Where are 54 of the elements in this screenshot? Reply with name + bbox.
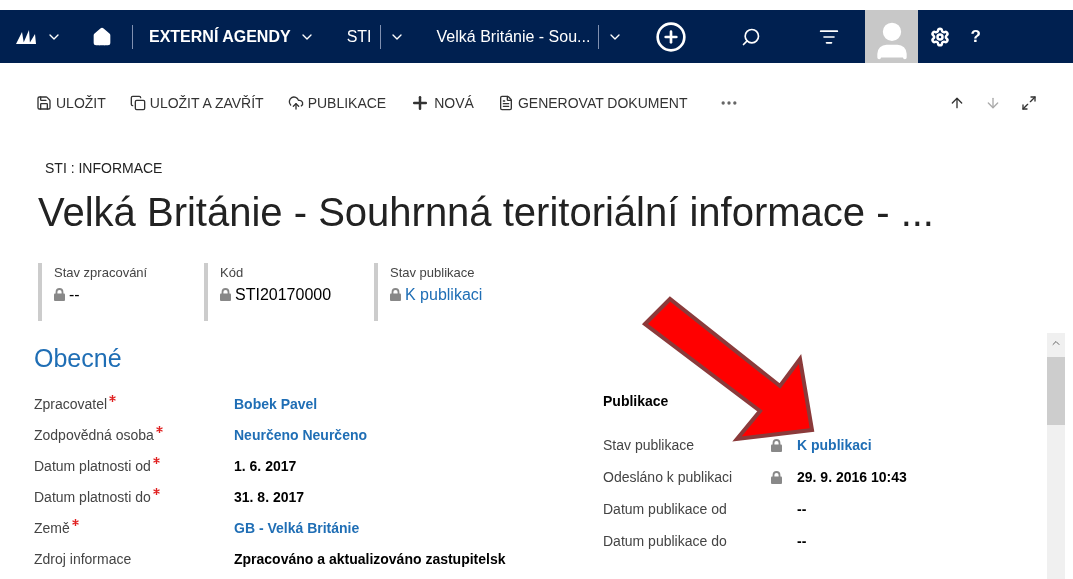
entity-menu[interactable]: STI xyxy=(338,24,380,49)
lock-icon xyxy=(220,288,231,301)
field-label: Zodpovědná osoba xyxy=(34,426,154,445)
section-title: Obecné xyxy=(34,343,123,374)
help-button[interactable]: ? xyxy=(970,23,981,50)
toolbar-button[interactable]: ULOŽIT A ZAVŘÍT xyxy=(129,92,264,114)
arrow-up-icon[interactable] xyxy=(949,95,965,111)
field-label: Datum platnosti od xyxy=(34,457,151,476)
save-icon xyxy=(36,95,52,111)
field-value: 29. 9. 2016 10:43 xyxy=(797,467,907,487)
field-label: Datum platnosti do xyxy=(34,488,151,507)
field-label: Odesláno k publikaci xyxy=(603,467,734,487)
field-value: 31. 8. 2017 xyxy=(234,488,305,507)
field-value-link[interactable]: Bobek Pavel xyxy=(234,394,318,415)
header-field-label: Kód xyxy=(220,264,245,282)
header-value-link[interactable]: K publikaci xyxy=(405,282,483,307)
field-value: -- xyxy=(797,499,807,519)
header-field-label: Stav publikace xyxy=(390,264,476,282)
toolbar-button[interactable]: ULOŽIT xyxy=(36,92,106,114)
header-value: -- xyxy=(69,284,80,305)
toolbar-button[interactable]: PUBLIKACE xyxy=(287,92,387,114)
field-value: Zpracováno a aktualizováno zastupitelsk xyxy=(234,550,506,569)
record-menu[interactable]: Velká Británie - Sou... xyxy=(428,24,599,49)
settings-icon[interactable] xyxy=(930,26,951,47)
header-value: STI20170000 xyxy=(235,284,332,305)
field-value-link[interactable]: K publikaci xyxy=(797,434,872,456)
field-value-link[interactable]: Neurčeno Neurčeno xyxy=(234,425,368,446)
entity-label: STI : INFORMACE xyxy=(44,159,164,178)
logo-icon xyxy=(16,29,38,44)
toolbar-button[interactable]: GENEROVAT DOKUMENT xyxy=(497,92,688,114)
field-value: 1. 6. 2017 xyxy=(234,457,297,476)
toolbar-button[interactable]: NOVÁ xyxy=(410,92,474,114)
add-circle-icon[interactable] xyxy=(655,20,688,53)
cloud-upload-icon xyxy=(287,95,304,111)
search-icon[interactable] xyxy=(741,26,762,47)
record-title: Velká Británie - Souhrnná teritoriální informace - ... xyxy=(37,189,935,236)
field-label: Datum publikace do xyxy=(603,531,728,551)
header-field-label: Stav zpracování xyxy=(54,264,149,282)
scrollbar[interactable] xyxy=(1047,333,1065,579)
field-value-link[interactable]: GB - Velká Británie xyxy=(234,518,360,539)
field-label: Datum publikace od xyxy=(603,499,728,519)
field-label: Země xyxy=(34,519,70,538)
document-icon xyxy=(497,95,514,111)
area-menu[interactable]: EXTERNÍ AGENDY xyxy=(141,24,323,49)
lock-icon xyxy=(54,288,65,301)
expand-icon[interactable] xyxy=(1021,95,1037,111)
field-label: Zdroj informace xyxy=(34,550,132,569)
home-icon[interactable] xyxy=(92,26,112,47)
lock-icon xyxy=(390,288,401,301)
field-label: Stav publikace xyxy=(603,435,696,455)
field-label: Zpracovatel xyxy=(34,395,108,414)
field-value: -- xyxy=(797,531,807,551)
subsection-title: Publikace xyxy=(603,392,670,411)
scrollbar-thumb[interactable] xyxy=(1047,357,1065,425)
